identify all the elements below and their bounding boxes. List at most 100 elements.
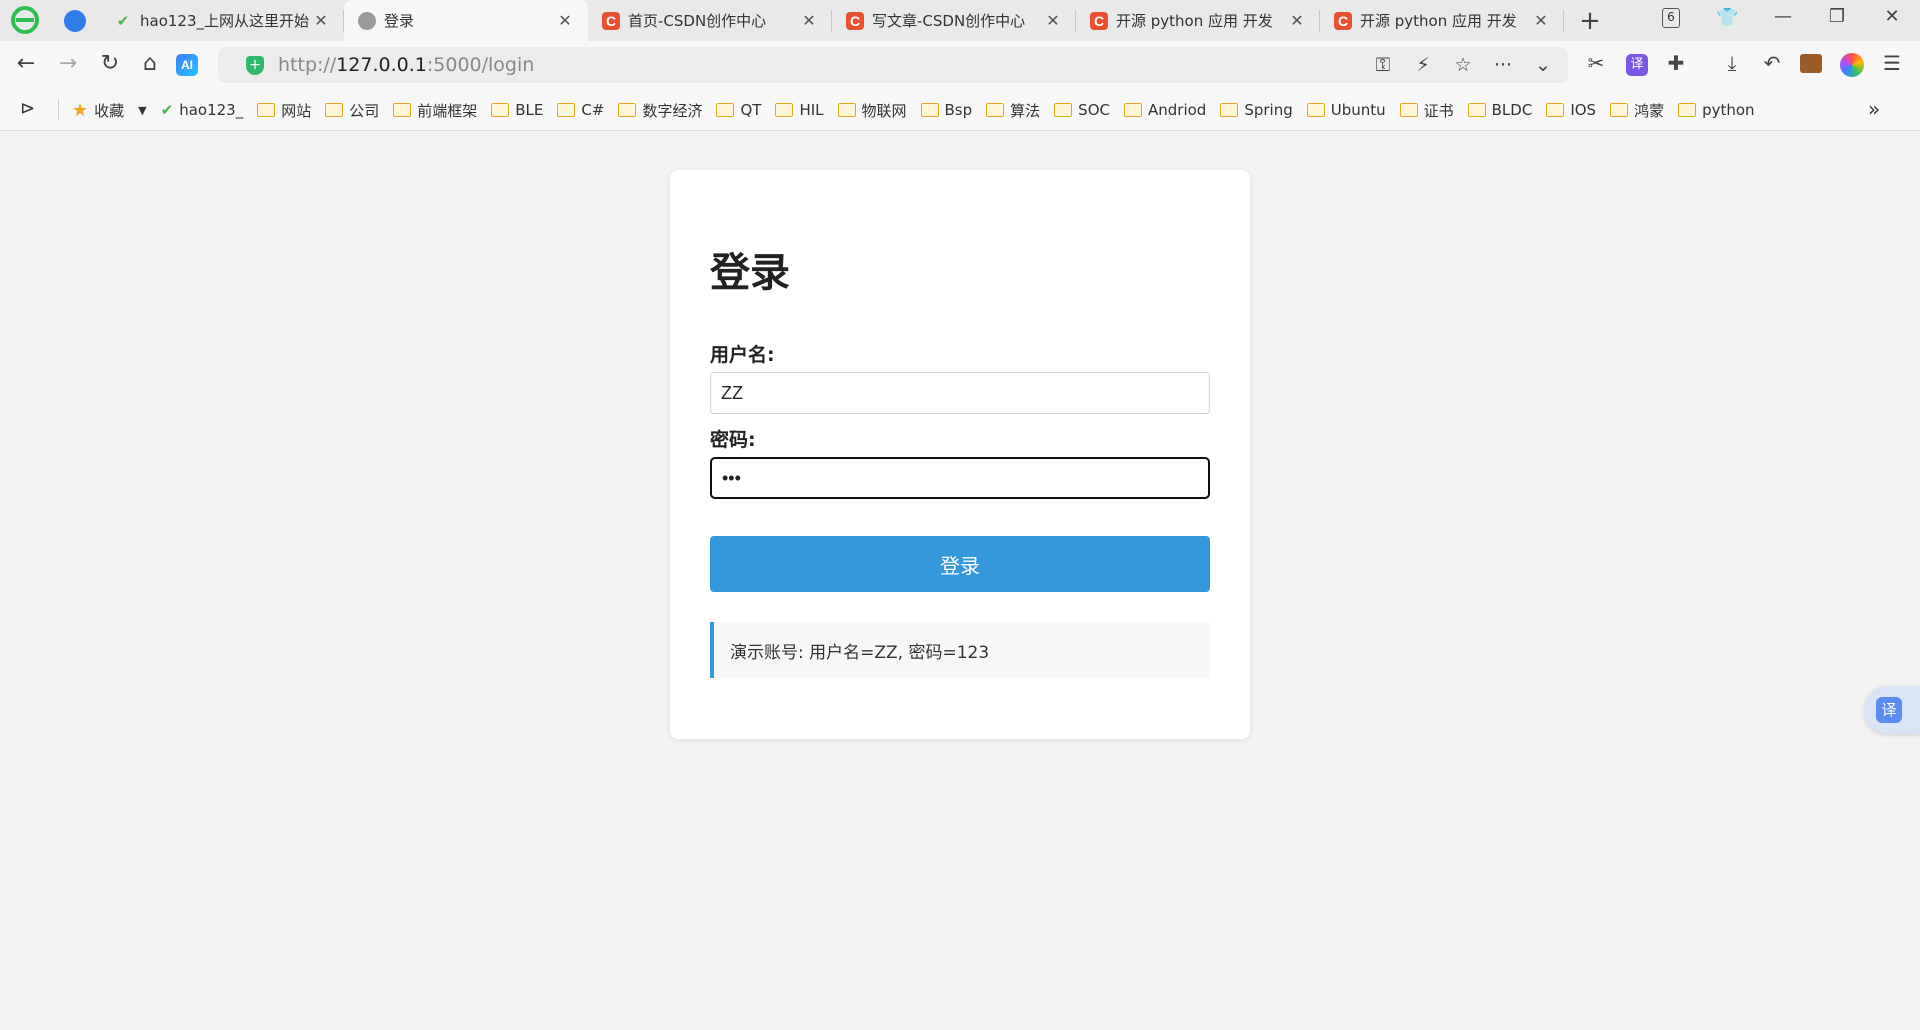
tab-hao123[interactable]: ✔ hao123_上网从这里开始 ✕ (100, 0, 344, 41)
folder-icon (775, 103, 794, 117)
folder-icon (491, 103, 510, 117)
bookmark-folder[interactable]: BLDC (1467, 101, 1532, 119)
star-icon: ★ (72, 99, 89, 121)
more-icon[interactable]: ··· (1490, 54, 1516, 76)
forward-button[interactable]: → (54, 51, 82, 76)
translate-icon: 译 (1876, 697, 1902, 723)
tab-count-badge[interactable]: 6 (1662, 8, 1680, 28)
folder-icon (257, 103, 276, 117)
security-shield-icon[interactable]: + (246, 56, 264, 75)
folder-icon (716, 103, 735, 117)
tab-python-1[interactable]: C 开源 python 应用 开发 ✕ (1076, 0, 1320, 41)
bookmarks-bar: ⊳ ★ 收藏 ▼ ✔ hao123_ 网站 公司 前端框架 BLE C# 数字经济… (0, 89, 1920, 131)
caret-down-icon[interactable]: ▼ (138, 104, 146, 117)
skin-icon[interactable]: 👕 (1716, 7, 1738, 28)
password-field[interactable] (710, 457, 1210, 499)
bookmark-folder[interactable]: 算法 (986, 100, 1040, 121)
navigation-toolbar: ← → ↻ ⌂ AI + http://127.0.0.1:5000/login… (0, 41, 1920, 89)
folder-icon (557, 103, 576, 117)
bookmark-folder[interactable]: 前端框架 (393, 100, 477, 121)
bookmark-folder[interactable]: C# (557, 101, 604, 119)
close-icon[interactable]: ✕ (1044, 11, 1062, 30)
bookmark-folder[interactable]: BLE (491, 101, 543, 119)
tab-csdn-write[interactable]: C 写文章-CSDN创作中心 ✕ (832, 0, 1076, 41)
bookmark-favorites[interactable]: ★ 收藏 ▼ (72, 100, 147, 121)
bookmark-folder[interactable]: Spring (1220, 101, 1293, 119)
folder-icon (1123, 103, 1142, 117)
undo-icon[interactable]: ↶ (1758, 51, 1786, 75)
bookmark-folder[interactable]: 公司 (325, 100, 379, 121)
menu-icon[interactable]: ☰ (1878, 51, 1906, 75)
chevron-down-icon[interactable]: ⌄ (1530, 54, 1556, 76)
pinned-tab-icon[interactable] (64, 10, 86, 32)
bookmark-folder[interactable]: python (1678, 101, 1755, 119)
back-button[interactable]: ← (12, 51, 40, 76)
bookmarks-overflow-button[interactable]: » (1868, 97, 1880, 121)
csdn-icon: C (1334, 11, 1352, 30)
folder-icon (1610, 103, 1629, 117)
tab-login[interactable]: 登录 ✕ (344, 0, 588, 41)
bookmark-folder[interactable]: 数字经济 (618, 100, 702, 121)
tab-python-2[interactable]: C 开源 python 应用 开发 ✕ (1320, 0, 1564, 41)
page-title: 登录 (710, 250, 790, 296)
bookmark-folder[interactable]: SOC (1054, 101, 1110, 119)
new-tab-button[interactable]: + (1576, 6, 1604, 36)
bookmark-folder[interactable]: HIL (775, 101, 824, 119)
close-window-button[interactable]: ✕ (1877, 6, 1907, 27)
csdn-icon: C (1090, 11, 1108, 30)
folder-icon (618, 103, 637, 117)
reload-button[interactable]: ↻ (96, 51, 124, 76)
folder-icon (1054, 103, 1073, 117)
bookmark-folder[interactable]: IOS (1546, 101, 1596, 119)
folder-icon (1678, 103, 1697, 117)
bookmark-folder[interactable]: 证书 (1399, 100, 1454, 121)
briefcase-icon[interactable] (1800, 54, 1822, 73)
globe-icon (358, 11, 376, 30)
ai-assistant-icon[interactable]: AI (176, 54, 198, 76)
close-icon[interactable]: ✕ (800, 11, 818, 30)
star-icon[interactable]: ☆ (1450, 54, 1476, 76)
username-label: 用户名: (710, 344, 775, 366)
folder-icon (325, 103, 344, 117)
minimize-button[interactable]: — (1768, 6, 1798, 27)
bookmark-folder[interactable]: 物联网 (837, 100, 907, 121)
profile-icon[interactable] (1840, 53, 1864, 77)
bookmark-folder[interactable]: Andriod (1123, 101, 1206, 119)
page-content: 登录 用户名: 密码: 登录 演示账号: 用户名=ZZ, 密码=123 译 (0, 131, 1920, 1030)
key-icon[interactable]: ⚿ (1370, 54, 1396, 76)
bookmark-folder[interactable]: Ubuntu (1306, 101, 1386, 119)
tab-csdn-home[interactable]: C 首页-CSDN创作中心 ✕ (588, 0, 832, 41)
tab-list: ✔ hao123_上网从这里开始 ✕ 登录 ✕ C 首页-CSDN创作中心 ✕ … (100, 0, 1564, 41)
tab-title: 开源 python 应用 开发 (1360, 12, 1517, 30)
bookmark-folder[interactable]: 网站 (257, 100, 311, 121)
download-icon[interactable]: ⤓ (1718, 51, 1746, 75)
bookmark-item[interactable]: ✔ hao123_ (161, 101, 244, 119)
login-button[interactable]: 登录 (710, 536, 1210, 592)
close-icon[interactable]: ✕ (312, 11, 330, 30)
password-label: 密码: (710, 429, 756, 451)
sidebar-toggle-icon[interactable]: ⊳ (20, 98, 35, 119)
extensions-icon[interactable]: ✚ (1662, 51, 1690, 75)
username-field[interactable] (710, 372, 1210, 414)
folder-icon (1546, 103, 1565, 117)
login-card: 登录 用户名: 密码: 登录 演示账号: 用户名=ZZ, 密码=123 (670, 170, 1250, 739)
folder-icon (1399, 103, 1418, 117)
floating-translate-button[interactable]: 译 (1864, 686, 1920, 734)
scissors-icon[interactable]: ✂ (1582, 51, 1610, 75)
lightning-icon[interactable]: ⚡ (1410, 54, 1436, 76)
address-bar[interactable]: + http://127.0.0.1:5000/login ⚿ ⚡ ☆ ··· … (218, 47, 1568, 83)
url-text[interactable]: http://127.0.0.1:5000/login (278, 54, 534, 76)
translate-icon[interactable]: 译 (1626, 54, 1648, 76)
bookmark-folder[interactable]: Bsp (920, 101, 972, 119)
browser-logo-icon[interactable] (10, 5, 40, 35)
close-icon[interactable]: ✕ (1532, 11, 1550, 30)
close-icon[interactable]: ✕ (556, 11, 574, 30)
bookmark-folder[interactable]: QT (716, 101, 761, 119)
home-button[interactable]: ⌂ (136, 51, 164, 76)
bookmark-list: ★ 收藏 ▼ ✔ hao123_ 网站 公司 前端框架 BLE C# 数字经济 Q… (72, 89, 1769, 131)
restore-button[interactable]: ❐ (1822, 6, 1852, 27)
close-icon[interactable]: ✕ (1288, 11, 1306, 30)
bookmark-folder[interactable]: 鸿蒙 (1610, 100, 1664, 121)
folder-icon (1467, 103, 1486, 117)
hao123-icon: ✔ (160, 101, 174, 119)
